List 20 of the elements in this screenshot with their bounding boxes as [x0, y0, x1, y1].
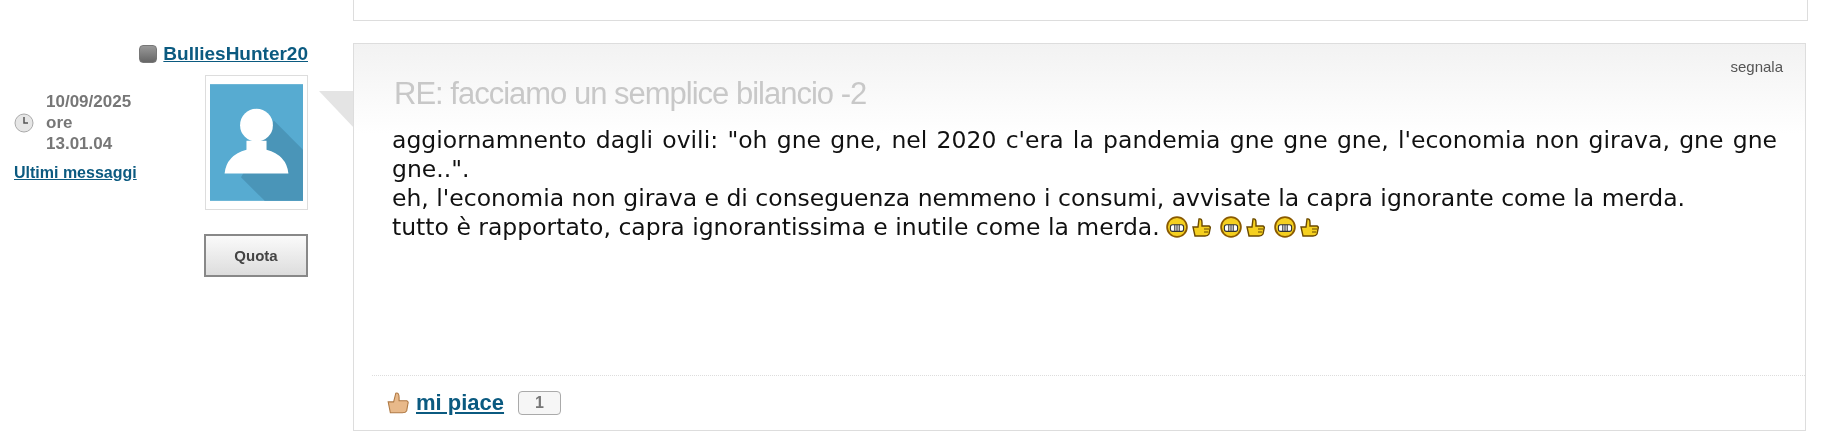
report-link[interactable]: segnala [1730, 58, 1783, 112]
post-date: 10/09/2025 [46, 91, 132, 112]
thumbs-up-icon [1243, 216, 1266, 238]
post-time: 13.01.04 [46, 133, 114, 154]
like-count: 1 [518, 391, 561, 415]
thumbs-up-icon [1189, 216, 1212, 238]
post-text: tutto è rapportato, capra ignorantissima e inutile come la merda. [392, 213, 1160, 241]
like-link[interactable]: mi piace [416, 390, 505, 416]
username-link[interactable]: BulliesHunter20 [163, 43, 308, 65]
grin-icon [1165, 216, 1188, 238]
quote-button[interactable]: Quota [204, 234, 308, 277]
last-posts-link[interactable]: Ultimi messaggi [14, 164, 137, 182]
grin-icon [1273, 216, 1296, 238]
grin-icon [1219, 216, 1242, 238]
thumbs-up-icon [1297, 216, 1320, 238]
time-label: ore [46, 112, 74, 133]
post-text: aggiornamnento dagli ovili: "oh gne gne, nel 2020 c'era la pandemia gne gne gne, l'economia non girava, gne gne gne..". [392, 126, 1777, 183]
thumbs-up-icon [386, 391, 410, 415]
clock-icon [14, 112, 34, 133]
post-text: eh, l'economia non girava e di conseguenza nemmeno i consumi, avvisate la capra ignorante come la merda. [392, 184, 1686, 212]
